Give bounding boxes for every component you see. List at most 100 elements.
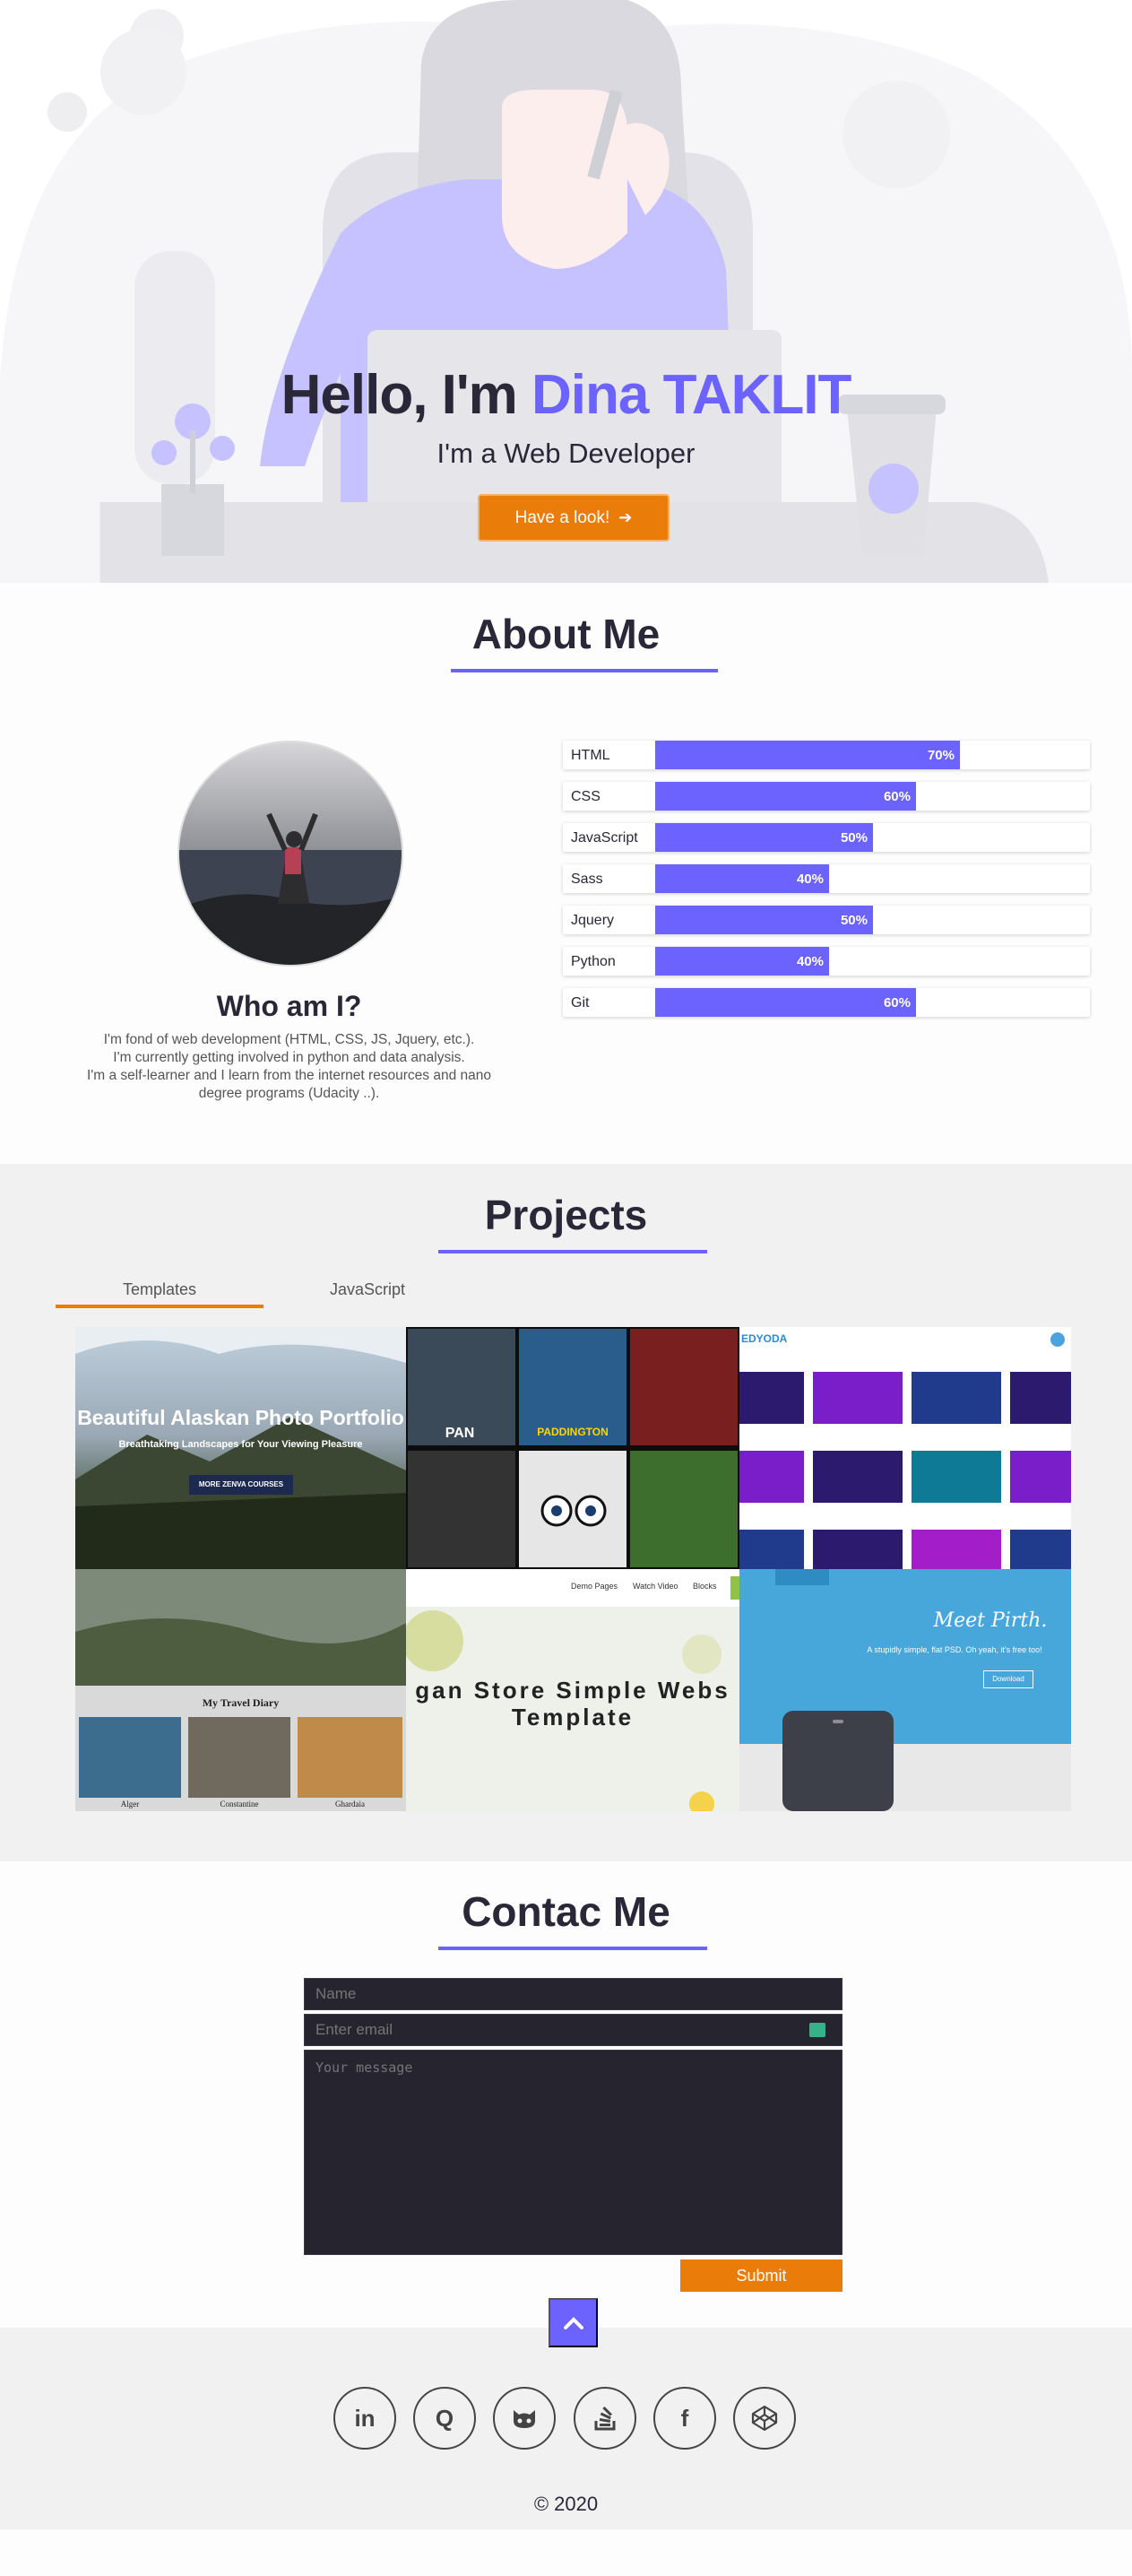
alaska-subtitle: Breathtaking Landscapes for Your Viewing… bbox=[118, 1439, 363, 1450]
about-title-underline bbox=[451, 669, 718, 672]
stackoverflow-link[interactable] bbox=[574, 2387, 636, 2450]
autofill-card-icon bbox=[809, 2023, 825, 2037]
skill-percent: 40% bbox=[796, 954, 824, 969]
tab-templates[interactable]: Templates bbox=[56, 1280, 264, 1299]
skill-bar: Jquery 50% bbox=[563, 906, 1090, 934]
movie-posters-grid bbox=[408, 1329, 738, 1567]
skill-track: 40% bbox=[655, 864, 1090, 893]
quora-icon: Q bbox=[435, 2404, 454, 2432]
email-input[interactable] bbox=[304, 2014, 843, 2046]
profile-photo bbox=[179, 742, 402, 965]
caption-alger: Alger bbox=[120, 1800, 140, 1808]
who-am-i-title: Who am I? bbox=[216, 990, 362, 1022]
poster-paddington-title: PADDINGTON bbox=[537, 1426, 609, 1438]
hero-name: Dina TAKLIT bbox=[531, 364, 851, 426]
hero-greeting: Hello, I'm bbox=[281, 364, 518, 426]
hero-title: Hello, I'm Dina TAKLIT bbox=[0, 363, 1132, 427]
skill-name: CSS bbox=[571, 789, 601, 804]
quora-link[interactable]: Q bbox=[413, 2387, 476, 2450]
skills-list: HTML 70% CSS 60% JavaScript 50% Sass 40% Jquery 5… bbox=[563, 741, 1090, 1029]
skill-bar: Git 60% bbox=[563, 988, 1090, 1017]
project-tile-pirth[interactable]: Meet Pirth. A stupidly simple, flat PSD.… bbox=[739, 1569, 1071, 1811]
project-tile-vegan-store[interactable]: Demo Pages Watch Video Blocks gan Store … bbox=[406, 1569, 739, 1811]
hero-subtitle: I'm a Web Developer bbox=[436, 438, 696, 469]
skill-percent: 50% bbox=[840, 913, 868, 928]
about-title: About Me bbox=[471, 611, 661, 657]
skill-track: 50% bbox=[655, 906, 1090, 934]
skill-fill: 60% bbox=[655, 988, 916, 1017]
active-tab-indicator bbox=[56, 1305, 264, 1308]
skill-percent: 40% bbox=[796, 872, 824, 887]
alaska-title: Beautiful Alaskan Photo Portfolio bbox=[77, 1406, 404, 1429]
skill-fill: 40% bbox=[655, 864, 829, 893]
skill-fill: 70% bbox=[655, 741, 960, 769]
copyright: © 2020 bbox=[533, 2493, 599, 2515]
arrow-right-icon: ➔ bbox=[618, 508, 633, 526]
linkedin-link[interactable]: in bbox=[333, 2387, 396, 2450]
name-input[interactable] bbox=[304, 1978, 843, 2010]
hero-section: Hello, I'm Dina TAKLIT I'm a Web Develop… bbox=[0, 0, 1132, 583]
bio-line: I'm currently getting involved in python… bbox=[113, 1050, 465, 1065]
skill-track: 40% bbox=[655, 947, 1090, 976]
skill-name: Python bbox=[571, 954, 616, 969]
skill-percent: 50% bbox=[840, 830, 868, 846]
poster-pan-title: PAN bbox=[445, 1426, 475, 1441]
avatar bbox=[177, 741, 403, 967]
project-tile-travel-diary[interactable]: My Travel Diary Alger Constantine Gharda… bbox=[75, 1569, 406, 1811]
github-icon bbox=[514, 2410, 535, 2428]
skill-track: 50% bbox=[655, 823, 1090, 852]
edyoda-course-grid bbox=[739, 1332, 1071, 1569]
have-a-look-label: Have a look! bbox=[514, 507, 610, 527]
skill-name: JavaScript bbox=[571, 830, 638, 846]
skill-fill: 40% bbox=[655, 947, 829, 976]
skill-fill: 50% bbox=[655, 906, 873, 934]
contact-title: Contac Me bbox=[462, 1888, 670, 1935]
project-tile-alaska[interactable]: Beautiful Alaskan Photo Portfolio Breath… bbox=[75, 1327, 406, 1569]
vegan-title: gan Store Simple Webs Template bbox=[415, 1677, 730, 1730]
skill-fill: 50% bbox=[655, 823, 873, 852]
project-tile-movies[interactable]: PAN PADDINGTON bbox=[406, 1327, 739, 1569]
skill-bar: JavaScript 50% bbox=[563, 823, 1090, 852]
facebook-icon: f bbox=[680, 2404, 689, 2432]
codepen-link[interactable] bbox=[733, 2387, 796, 2450]
message-textarea[interactable] bbox=[304, 2050, 843, 2255]
bio-line: I'm fond of web development (HTML, CSS, … bbox=[103, 1032, 475, 1047]
skill-bar: Python 40% bbox=[563, 947, 1090, 976]
github-link[interactable] bbox=[493, 2387, 556, 2450]
skill-track: 60% bbox=[655, 988, 1090, 1017]
caption-constantine: Constantine bbox=[220, 1800, 259, 1808]
skill-bar: CSS 60% bbox=[563, 782, 1090, 811]
skill-track: 70% bbox=[655, 741, 1090, 769]
linkedin-icon: in bbox=[354, 2404, 376, 2432]
stackoverflow-icon bbox=[594, 2407, 616, 2431]
tab-javascript[interactable]: JavaScript bbox=[264, 1280, 471, 1299]
have-a-look-button[interactable]: Have a look! ➔ bbox=[478, 494, 670, 542]
alaska-more-button: MORE ZENVA COURSES bbox=[189, 1475, 293, 1495]
skill-bar: Sass 40% bbox=[563, 864, 1090, 893]
projects-title: Projects bbox=[484, 1192, 648, 1238]
bio-line: I'm a self-learner and I learn from the … bbox=[87, 1068, 491, 1083]
contact-title-underline bbox=[438, 1947, 707, 1950]
pirth-download-button: Download bbox=[983, 1670, 1033, 1688]
skill-name: Git bbox=[571, 995, 590, 1010]
travel-header-image bbox=[75, 1569, 406, 1798]
projects-title-underline bbox=[438, 1250, 707, 1253]
codepen-icon bbox=[751, 2405, 778, 2432]
skill-name: Jquery bbox=[571, 913, 615, 928]
skill-track: 60% bbox=[655, 782, 1090, 811]
skill-percent: 60% bbox=[883, 995, 911, 1010]
project-tile-edyoda[interactable]: EDYODA bbox=[739, 1327, 1071, 1569]
chevron-up-icon bbox=[563, 2316, 583, 2329]
scroll-to-top-button[interactable] bbox=[549, 2298, 598, 2347]
skill-percent: 60% bbox=[883, 789, 911, 804]
skill-fill: 60% bbox=[655, 782, 916, 811]
travel-diary-heading: My Travel Diary bbox=[202, 1696, 280, 1709]
bio-text: I'm fond of web development (HTML, CSS, … bbox=[63, 1031, 515, 1103]
submit-button[interactable]: Submit bbox=[680, 2259, 843, 2292]
caption-ghardaia: Ghardaia bbox=[335, 1800, 365, 1808]
pirth-title: Meet Pirth. bbox=[933, 1609, 1048, 1632]
skill-bar: HTML 70% bbox=[563, 741, 1090, 769]
skill-name: Sass bbox=[571, 872, 603, 887]
skill-percent: 70% bbox=[927, 748, 955, 763]
facebook-link[interactable]: f bbox=[653, 2387, 716, 2450]
